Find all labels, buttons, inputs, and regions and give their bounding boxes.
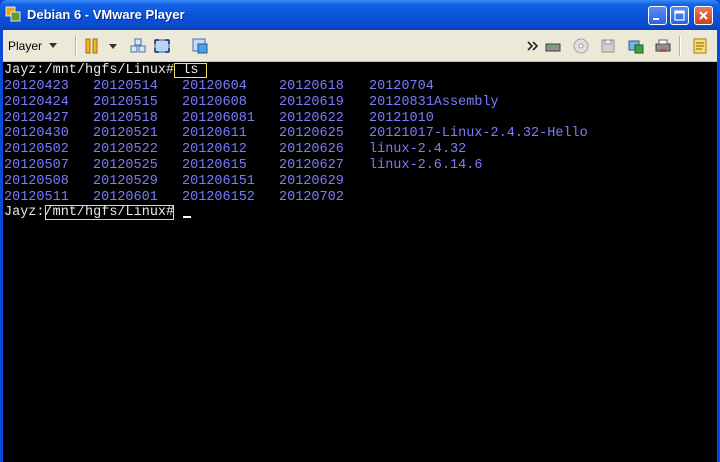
close-icon bbox=[699, 11, 708, 20]
close-button[interactable] bbox=[694, 6, 713, 25]
listing-entry: 20121010 bbox=[369, 110, 434, 126]
printer-icon[interactable] bbox=[654, 37, 672, 55]
pause-dropdown-button[interactable] bbox=[109, 44, 117, 49]
command-text: ls bbox=[174, 63, 207, 78]
listing-entry: 20120522 bbox=[93, 142, 158, 158]
vmware-player-window: Debian 6 - VMware Player Player Jayz:/mn… bbox=[0, 0, 720, 462]
listing-entry: 20120427 bbox=[4, 110, 69, 126]
message-log-icon[interactable] bbox=[691, 37, 709, 55]
listing-entry: 20120831Assembly bbox=[369, 94, 499, 110]
listing-entry: 20120704 bbox=[369, 79, 434, 94]
network-adapter-icon[interactable] bbox=[544, 37, 562, 55]
current-prompt-line: Jayz:/mnt/hgfs/Linux# bbox=[4, 205, 192, 221]
listing-entry: 20120618 bbox=[279, 79, 344, 94]
toolbar: Player bbox=[3, 30, 717, 62]
maximize-icon bbox=[674, 10, 685, 21]
listing-entry: 20120629 bbox=[279, 173, 344, 189]
listing-entry: 20120615 bbox=[182, 158, 247, 173]
listing-entry: 20120625 bbox=[279, 126, 344, 142]
toolbar-separator bbox=[679, 36, 681, 56]
prompt-text: Jayz:/mnt/hgfs/Linux# bbox=[4, 63, 175, 78]
minimize-icon bbox=[653, 18, 659, 20]
listing-entry: 20120601 bbox=[93, 189, 158, 205]
listing-entry: 20120529 bbox=[93, 173, 158, 189]
prompt-line: Jayz:/mnt/hgfs/Linux# ls bbox=[4, 63, 207, 79]
text-cursor bbox=[183, 216, 192, 218]
toolbar-separator bbox=[75, 36, 77, 56]
listing-entry: 201206151 bbox=[182, 173, 255, 189]
floppy-icon[interactable] bbox=[599, 37, 617, 55]
listing-entry: 201206081 bbox=[182, 110, 255, 126]
listing-entry: linux-2.6.14.6 bbox=[369, 158, 483, 173]
listing-entry: 20120622 bbox=[279, 110, 344, 126]
listing-entry: 20120515 bbox=[93, 94, 158, 110]
vmware-app-icon bbox=[5, 6, 21, 22]
listing-entry: 20120430 bbox=[4, 126, 69, 142]
listing-entry: 20120507 bbox=[4, 158, 69, 173]
listing-entry: 20120608 bbox=[182, 94, 247, 110]
listing-entry: 201206152 bbox=[182, 189, 255, 205]
listing-entry: 20120619 bbox=[279, 94, 344, 110]
listing-entry: 20120702 bbox=[279, 189, 344, 205]
player-menu-button[interactable]: Player bbox=[8, 35, 58, 56]
listing-entry: 20120508 bbox=[4, 173, 69, 189]
listing-entry: 20120611 bbox=[182, 126, 247, 142]
fullscreen-icon[interactable] bbox=[153, 37, 171, 55]
listing-entry: 20120502 bbox=[4, 142, 69, 158]
listing-entry: 20120525 bbox=[93, 158, 158, 173]
player-menu-label: Player bbox=[8, 38, 43, 53]
prompt-path: /mnt/hgfs/Linux# bbox=[44, 205, 175, 220]
window-title: Debian 6 - VMware Player bbox=[27, 7, 185, 22]
pause-icon[interactable] bbox=[83, 37, 101, 55]
unity-icon[interactable] bbox=[191, 37, 209, 55]
usb-device-icon[interactable] bbox=[627, 37, 645, 55]
listing-entry: 20120627 bbox=[279, 158, 344, 173]
listing-entry: 20120521 bbox=[93, 126, 158, 142]
listing-entry: 20120604 bbox=[182, 79, 247, 94]
title-bar[interactable]: Debian 6 - VMware Player bbox=[0, 0, 720, 30]
chevron-down-icon bbox=[49, 43, 58, 48]
minimize-button[interactable] bbox=[648, 6, 667, 25]
double-chevron-icon[interactable] bbox=[524, 37, 542, 55]
listing-entry: 20120518 bbox=[93, 110, 158, 126]
terminal-console[interactable]: Jayz:/mnt/hgfs/Linux# ls 20120423 2012051… bbox=[3, 62, 717, 462]
send-ctrl-alt-del-icon[interactable] bbox=[129, 37, 147, 55]
prompt-user: Jayz: bbox=[4, 205, 45, 220]
cd-drive-icon[interactable] bbox=[572, 37, 590, 55]
maximize-button[interactable] bbox=[670, 6, 689, 25]
listing-entry: 20120511 bbox=[4, 189, 69, 205]
listing-entry: 20120626 bbox=[279, 142, 344, 158]
listing-entry: 20120424 bbox=[4, 94, 69, 110]
listing-entry: linux-2.4.32 bbox=[369, 142, 467, 158]
listing-entry: 20120612 bbox=[182, 142, 247, 158]
listing-entry: 20121017-Linux-2.4.32-Hello bbox=[369, 126, 588, 142]
listing-entry: 20120423 bbox=[4, 79, 69, 94]
listing-entry: 20120514 bbox=[93, 79, 158, 94]
